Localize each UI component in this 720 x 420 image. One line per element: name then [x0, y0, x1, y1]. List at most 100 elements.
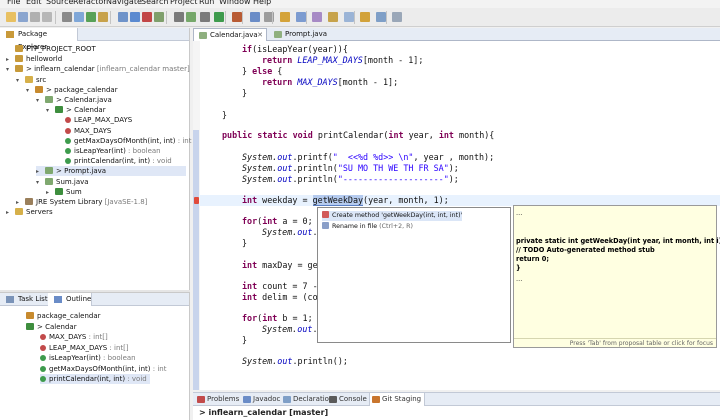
class-icon — [55, 187, 63, 195]
folder-icon[interactable] — [280, 12, 290, 22]
expand-arrow-icon[interactable]: ▾ — [16, 76, 25, 86]
tree-item[interactable]: getMaxDaysOfMonth(int, int) : int — [56, 136, 191, 146]
expand-arrow-icon[interactable]: ▾ — [36, 96, 45, 106]
debug-icon[interactable] — [74, 12, 84, 22]
external-tools-icon[interactable] — [232, 12, 242, 22]
next-annotation-icon[interactable] — [328, 12, 338, 22]
expand-arrow-icon[interactable]: ▾ — [36, 178, 45, 188]
code-token: [month - 1]; — [362, 55, 424, 65]
forward-icon[interactable] — [392, 12, 402, 22]
open-type-icon[interactable] — [250, 12, 260, 22]
preview-line: private static int getWeekDay(int year, … — [516, 237, 720, 245]
terminate-icon[interactable] — [142, 12, 152, 22]
outline-item-meta: : boolean — [100, 354, 136, 362]
tab-declaration[interactable]: Declaration — [281, 393, 333, 406]
tree-item[interactable]: ▾ > Calendar.java — [36, 95, 112, 105]
tab-task-list[interactable]: Task List — [0, 293, 48, 306]
last-edit-icon[interactable] — [360, 12, 370, 22]
tree-item[interactable]: ▾ src — [16, 75, 46, 85]
run-config-icon[interactable] — [214, 12, 224, 22]
print-icon[interactable] — [42, 12, 52, 22]
expand-arrow-icon[interactable]: ▾ — [46, 106, 55, 116]
skip-icon[interactable] — [174, 12, 184, 22]
code-token: } — [242, 88, 248, 98]
outline-item[interactable]: printCalendar(int, int) : void — [40, 374, 150, 384]
expand-arrow-icon[interactable]: ▸ — [6, 208, 15, 218]
tree-item[interactable]: ▸ > Prompt.java — [36, 166, 186, 177]
tab-label: Console — [339, 395, 367, 403]
terminal-icon[interactable] — [62, 12, 72, 22]
new-icon[interactable] — [6, 12, 16, 22]
outline-item[interactable]: package_calendar — [26, 311, 101, 321]
tab-outline[interactable]: Outline — [48, 293, 92, 306]
menu-item-project[interactable]: Project — [170, 0, 197, 7]
menu-item-edit[interactable]: Edit — [26, 0, 42, 7]
tab-prompt-java[interactable]: Prompt.java — [269, 28, 331, 41]
tab-javadoc[interactable]: Javadoc — [241, 393, 281, 406]
prev-annotation-icon[interactable] — [344, 12, 354, 22]
code-token: int — [242, 281, 258, 291]
menu-item-file[interactable]: File — [7, 0, 20, 7]
open-task-icon[interactable] — [296, 12, 306, 22]
tree-item-meta: [inflearn_calendar master] — [94, 65, 190, 74]
tree-item[interactable]: ▸ Sum — [46, 187, 82, 197]
code-token: ); — [448, 163, 459, 173]
outline-item[interactable]: > Calendar — [26, 322, 77, 332]
outline-item[interactable]: MAX_DAYS : int[] — [40, 332, 108, 342]
tree-item[interactable]: ▸ helloworld — [6, 54, 62, 64]
outline-item[interactable]: getMaxDaysOfMonth(int, int) : int — [40, 364, 166, 374]
tree-item[interactable]: ▾ > inflearn_calendar [inflearn_calendar … — [6, 64, 190, 74]
menu-item-refactor[interactable]: Refactor — [73, 0, 107, 7]
run-icon[interactable] — [86, 12, 96, 22]
menu-item-window[interactable]: Window — [219, 0, 251, 7]
code-line: int delim = (co — [242, 292, 318, 303]
quick-fix-item[interactable]: Rename in file (Ctrl+2, R) — [322, 222, 413, 232]
code-token: for — [242, 216, 258, 226]
tree-item[interactable]: ▸ JRE System Library [JavaSE-1.8] — [16, 197, 147, 207]
menu-item-search[interactable]: Search — [141, 0, 168, 7]
menu-item-navigate[interactable]: Navigate — [106, 0, 142, 7]
menu-item-run[interactable]: Run — [199, 0, 214, 7]
tool-icon[interactable] — [98, 12, 108, 22]
step-over-icon[interactable] — [154, 12, 164, 22]
save-icon[interactable] — [18, 12, 28, 22]
code-token: int — [242, 260, 258, 270]
tree-item[interactable]: ▾ Sum.java — [36, 177, 89, 187]
suspend-icon[interactable] — [130, 12, 140, 22]
outline-item-label: isLeapYear(int) — [49, 354, 101, 362]
outline-item[interactable]: isLeapYear(int) : boolean — [40, 353, 136, 363]
step-icon[interactable] — [118, 12, 128, 22]
outline-item[interactable]: LEAP_MAX_DAYS : int[] — [40, 343, 129, 353]
quick-fix-label: Create method 'getWeekDay(int, int, int)… — [332, 212, 463, 219]
code-token: int — [262, 216, 278, 226]
tab-calendar-java[interactable]: Calendar.java ✕ — [193, 28, 267, 41]
tab-problems[interactable]: Problems — [195, 393, 241, 406]
tree-item[interactable]: MAX_DAYS — [56, 126, 111, 136]
tree-item[interactable]: isLeapYear(int) : boolean — [56, 146, 161, 156]
tree-item[interactable]: ▾ > Calendar — [46, 105, 106, 115]
tree-item[interactable]: FTP_PROJECT_ROOT — [6, 44, 96, 54]
code-token: a = 0; — [277, 216, 313, 226]
tab-git-staging[interactable]: Git Staging — [369, 393, 425, 406]
back-icon[interactable] — [376, 12, 386, 22]
save-all-icon[interactable] — [30, 12, 40, 22]
tree-item[interactable]: printCalendar(int, int) : void — [56, 156, 172, 166]
toolbar-separator — [55, 11, 56, 24]
code-token: LEAP_MAX_DAYS — [297, 55, 363, 65]
run-button-icon[interactable] — [186, 12, 196, 22]
tab-package-explorer[interactable]: Package Explorer — [0, 28, 78, 51]
tree-item-label: > Calendar — [66, 106, 106, 115]
menu-item-source[interactable]: Source — [46, 0, 73, 7]
tree-item[interactable]: ▾ > package_calendar — [26, 85, 118, 95]
menu-item-help[interactable]: Help — [253, 0, 271, 7]
tree-item[interactable]: LEAP_MAX_DAYS — [56, 115, 132, 125]
expand-arrow-icon[interactable]: ▾ — [6, 65, 15, 75]
annotation-icon[interactable] — [312, 12, 322, 22]
tab-console[interactable]: Console — [327, 393, 369, 406]
dropdown-icon[interactable] — [200, 12, 210, 22]
expand-arrow-icon[interactable]: ▾ — [26, 86, 35, 96]
quick-fix-item[interactable]: Create method 'getWeekDay(int, int, int)… — [322, 211, 463, 221]
error-marker-icon[interactable] — [194, 197, 199, 204]
tree-item[interactable]: ▸ Servers — [6, 207, 53, 217]
javadoc-icon — [243, 396, 251, 403]
